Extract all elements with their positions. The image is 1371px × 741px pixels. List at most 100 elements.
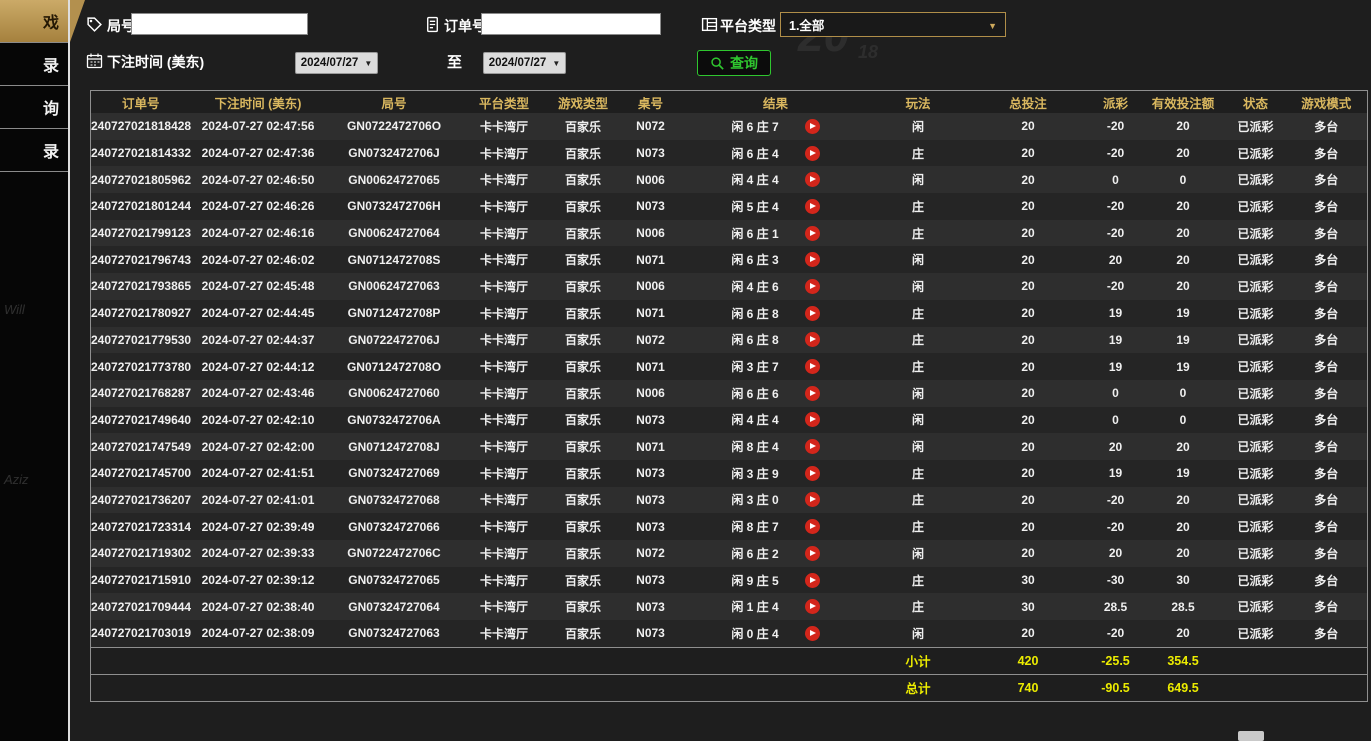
table-row[interactable]: 2407270217496402024-07-27 02:42:10GN0732… (91, 407, 1368, 434)
result-score: 闲 9 庄 5 (731, 572, 778, 589)
subtotal-total-bet: 420 (966, 647, 1091, 674)
round-no-input[interactable] (131, 13, 308, 35)
cell-game-type: 百家乐 (546, 593, 621, 620)
table-row[interactable]: 2407270218012442024-07-27 02:46:26GN0732… (91, 193, 1368, 220)
date-from-select[interactable]: 2024/07/27 (295, 52, 378, 74)
table-row[interactable]: 2407270218184282024-07-27 02:47:56GN0722… (91, 113, 1368, 140)
cell-status: 已派彩 (1226, 487, 1286, 514)
table-row[interactable]: 2407270217809272024-07-27 02:44:45GN0712… (91, 300, 1368, 327)
cell-round-no: GN07324727064 (326, 593, 463, 620)
play-video-icon[interactable] (805, 386, 820, 401)
play-video-icon[interactable] (805, 519, 820, 534)
cell-result: 闲 9 庄 5 (681, 567, 871, 594)
result-score: 闲 4 庄 4 (731, 411, 778, 428)
search-button[interactable]: 查询 (697, 50, 771, 76)
cell-valid-bet: 20 (1141, 487, 1226, 514)
cell-total-bet: 20 (966, 460, 1091, 487)
cell-table-no: N071 (621, 433, 681, 460)
table-row[interactable]: 2407270217991232024-07-27 02:46:16GN0062… (91, 220, 1368, 247)
table-row[interactable]: 2407270217159102024-07-27 02:39:12GN0732… (91, 567, 1368, 594)
cell-platform-type: 卡卡湾厅 (463, 433, 546, 460)
cell-game-mode: 多台 (1286, 220, 1368, 247)
search-icon (710, 56, 725, 71)
col-result: 结果 (681, 91, 871, 114)
sidebar-item-game[interactable]: 戏 (0, 0, 68, 43)
cell-game-mode: 多台 (1286, 300, 1368, 327)
table-row[interactable]: 2407270217030192024-07-27 02:38:09GN0732… (91, 620, 1368, 647)
subtotal-payout: -25.5 (1091, 647, 1141, 674)
play-video-icon[interactable] (805, 332, 820, 347)
cell-round-no: GN0712472708P (326, 300, 463, 327)
table-row[interactable]: 2407270217682872024-07-27 02:43:46GN0062… (91, 380, 1368, 407)
play-video-icon[interactable] (805, 306, 820, 321)
cell-game-mode: 多台 (1286, 380, 1368, 407)
cell-play-type: 闲 (871, 407, 966, 434)
sidebar-item-record-1[interactable]: 录 (0, 43, 68, 86)
cell-total-bet: 20 (966, 273, 1091, 300)
cell-platform-type: 卡卡湾厅 (463, 487, 546, 514)
cell-game-type: 百家乐 (546, 193, 621, 220)
play-video-icon[interactable] (805, 146, 820, 161)
table-row[interactable]: 2407270217737802024-07-27 02:44:12GN0712… (91, 353, 1368, 380)
table-row[interactable]: 2407270217193022024-07-27 02:39:33GN0722… (91, 540, 1368, 567)
sidebar-item-query[interactable]: 询 (0, 86, 68, 129)
cell-payout: -30 (1091, 567, 1141, 594)
table-row[interactable]: 2407270217475492024-07-27 02:42:00GN0712… (91, 433, 1368, 460)
play-video-icon[interactable] (805, 573, 820, 588)
table-row[interactable]: 2407270218059622024-07-27 02:46:50GN0062… (91, 166, 1368, 193)
table-row[interactable]: 2407270217795302024-07-27 02:44:37GN0722… (91, 327, 1368, 354)
order-no-input[interactable] (481, 13, 661, 35)
table-row[interactable]: 2407270218143322024-07-27 02:47:36GN0732… (91, 140, 1368, 167)
cell-result: 闲 4 庄 4 (681, 407, 871, 434)
scrollbar-corner[interactable] (1238, 731, 1264, 741)
platform-type-select[interactable]: 1.全部 (780, 12, 1006, 37)
cell-status: 已派彩 (1226, 246, 1286, 273)
cell-bet-time: 2024-07-27 02:46:26 (191, 193, 326, 220)
cell-platform-type: 卡卡湾厅 (463, 593, 546, 620)
cell-result: 闲 8 庄 4 (681, 433, 871, 460)
cell-round-no: GN07324727068 (326, 487, 463, 514)
play-video-icon[interactable] (805, 492, 820, 507)
play-video-icon[interactable] (805, 546, 820, 561)
table-row[interactable]: 2407270217967432024-07-27 02:46:02GN0712… (91, 246, 1368, 273)
col-table-no: 桌号 (621, 91, 681, 114)
sidebar-item-record-2[interactable]: 录 (0, 129, 68, 172)
cell-valid-bet: 19 (1141, 460, 1226, 487)
cell-payout: -20 (1091, 620, 1141, 647)
play-video-icon[interactable] (805, 466, 820, 481)
order-no-label: 订单号 (444, 16, 486, 36)
play-video-icon[interactable] (805, 439, 820, 454)
cell-order-no: 240727021715910 (91, 567, 191, 594)
play-video-icon[interactable] (805, 119, 820, 134)
table-row[interactable]: 2407270217233142024-07-27 02:39:49GN0732… (91, 513, 1368, 540)
cell-status: 已派彩 (1226, 380, 1286, 407)
cell-round-no: GN0712472708O (326, 353, 463, 380)
play-video-icon[interactable] (805, 359, 820, 374)
table-row[interactable]: 2407270217457002024-07-27 02:41:51GN0732… (91, 460, 1368, 487)
play-video-icon[interactable] (805, 279, 820, 294)
cell-game-type: 百家乐 (546, 487, 621, 514)
play-video-icon[interactable] (805, 412, 820, 427)
cell-game-type: 百家乐 (546, 140, 621, 167)
cell-play-type: 庄 (871, 193, 966, 220)
table-row[interactable]: 2407270217362072024-07-27 02:41:01GN0732… (91, 487, 1368, 514)
play-video-icon[interactable] (805, 199, 820, 214)
cell-game-mode: 多台 (1286, 460, 1368, 487)
cell-play-type: 闲 (871, 273, 966, 300)
play-video-icon[interactable] (805, 226, 820, 241)
table-row[interactable]: 2407270217938652024-07-27 02:45:48GN0062… (91, 273, 1368, 300)
cell-table-no: N073 (621, 567, 681, 594)
cell-payout: 20 (1091, 540, 1141, 567)
table-row[interactable]: 2407270217094442024-07-27 02:38:40GN0732… (91, 593, 1368, 620)
play-video-icon[interactable] (805, 252, 820, 267)
play-video-icon[interactable] (805, 626, 820, 641)
cell-game-mode: 多台 (1286, 407, 1368, 434)
subtotal-valid-bet: 354.5 (1141, 647, 1226, 674)
date-to-select[interactable]: 2024/07/27 (483, 52, 566, 74)
sidebar-watermark-text: Aziz (4, 472, 29, 487)
result-score: 闲 6 庄 7 (731, 118, 778, 135)
cell-round-no: GN0712472708S (326, 246, 463, 273)
play-video-icon[interactable] (805, 172, 820, 187)
play-video-icon[interactable] (805, 599, 820, 614)
col-total-bet: 总投注 (966, 91, 1091, 114)
